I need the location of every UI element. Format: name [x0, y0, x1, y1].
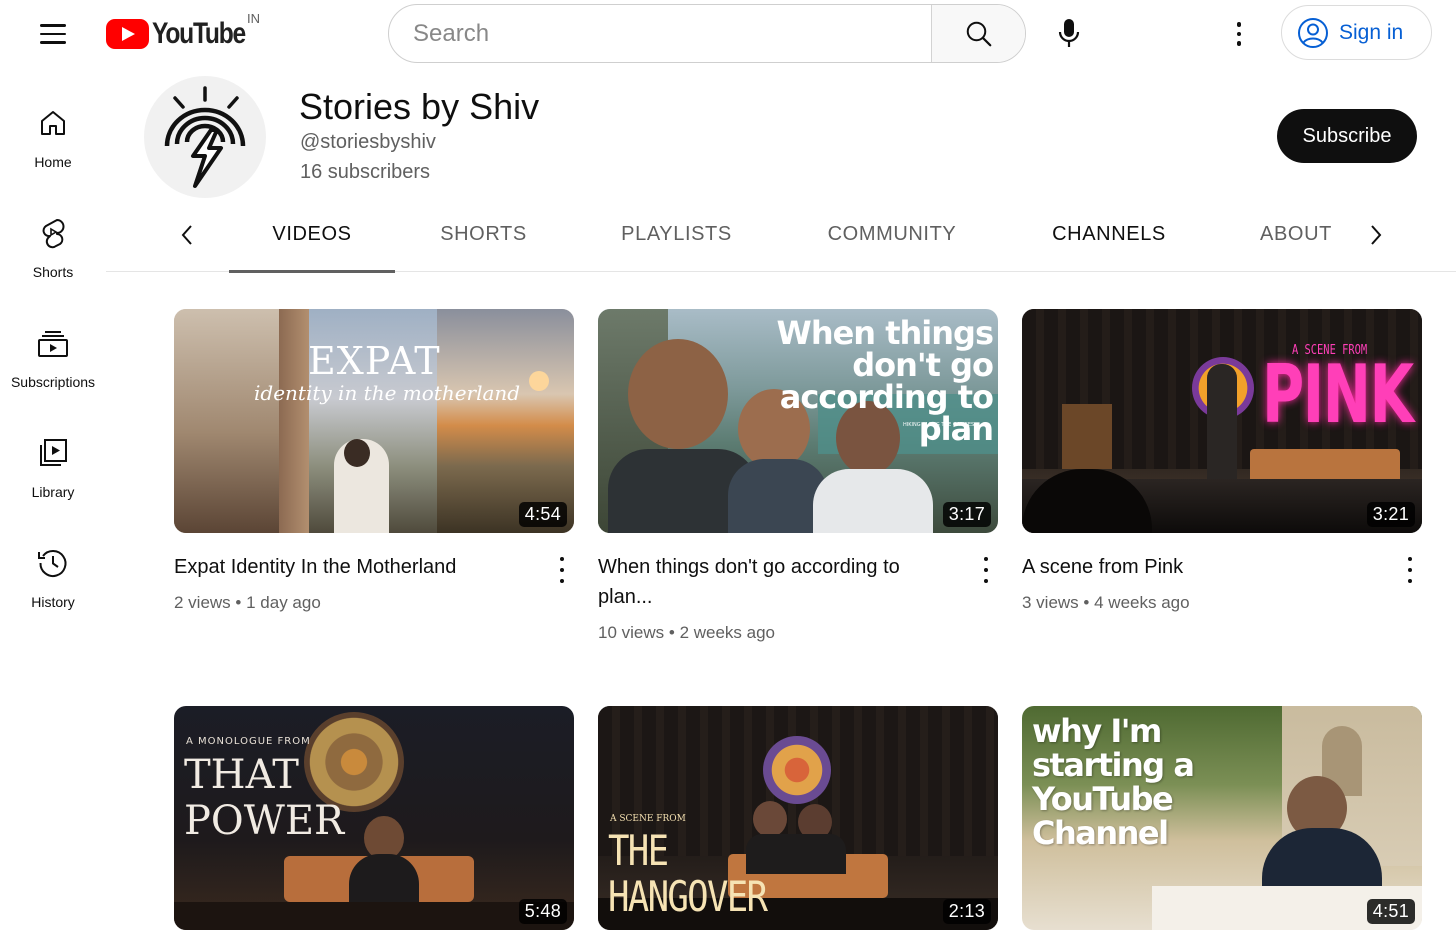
video-duration: 4:51	[1366, 899, 1415, 924]
thumbnail-title-text: THE HANGOVER	[608, 826, 768, 921]
view-count: 3 views	[1022, 593, 1079, 612]
sidebar-item-library[interactable]: Library	[0, 420, 106, 530]
channel-name: Stories by Shiv	[299, 86, 540, 127]
thumbnail-subtitle-text: HIKING ALONG THE GANGES	[903, 422, 975, 428]
home-icon	[36, 106, 70, 140]
search-box: Search	[388, 4, 1026, 63]
video-metadata: 2 views • 1 day ago	[174, 593, 321, 613]
thumbnail-title-text: THAT POWER	[184, 752, 345, 844]
tab-label: SHORTS	[440, 222, 527, 245]
channel-tabs: VIDEOS SHORTS PLAYLISTS COMMUNITY CHANNE…	[106, 196, 1456, 273]
thumbnail-subtitle-text: A MONOLOGUE FROM	[186, 736, 311, 747]
active-tab-indicator	[229, 270, 395, 273]
voice-search-button[interactable]	[1048, 10, 1090, 56]
video-duration: 3:21	[1366, 502, 1415, 527]
search-input[interactable]: Search	[389, 5, 931, 62]
region-code: IN	[247, 11, 260, 26]
lightning-sunrise-logo-icon	[164, 86, 246, 188]
meta-separator: •	[1083, 593, 1095, 612]
thumbnail-title-text: EXPAT	[308, 339, 441, 383]
tab-label: ABOUT	[1260, 222, 1332, 245]
view-count: 10 views	[598, 623, 665, 642]
thumbnail-subtitle-text: A SCENE FROM	[610, 814, 686, 824]
video-card[interactable]: When things don't go according to plan H…	[598, 309, 998, 642]
meta-separator: •	[235, 593, 247, 612]
sidebar: Home Shorts Subscriptions Library Histor…	[0, 90, 106, 640]
tab-label: PLAYLISTS	[621, 222, 732, 245]
thumbnail-title-text: PINK	[1262, 348, 1414, 441]
sidebar-item-label: Home	[34, 154, 72, 170]
meta-separator: •	[668, 623, 680, 642]
video-thumbnail[interactable]: A SCENE FROM PINK 3:21	[1022, 309, 1422, 533]
video-duration: 3:17	[942, 502, 991, 527]
history-icon	[36, 546, 70, 580]
sidebar-item-label: Subscriptions	[10, 374, 96, 390]
video-card[interactable]: why I'm starting a YouTube Channel 4:51	[1022, 706, 1422, 930]
subscribe-button[interactable]: Subscribe	[1277, 109, 1417, 163]
video-thumbnail[interactable]: A SCENE FROM THE HANGOVER 2:13	[598, 706, 998, 930]
sign-in-label: Sign in	[1339, 20, 1404, 44]
tab-label: VIDEOS	[272, 222, 352, 245]
tabs-scroll-right-icon[interactable]	[1361, 220, 1391, 250]
sidebar-item-label: Library	[31, 484, 75, 500]
sidebar-item-subscriptions[interactable]: Subscriptions	[0, 310, 106, 420]
sidebar-item-label: History	[31, 594, 75, 610]
upload-age: 4 weeks ago	[1094, 593, 1190, 612]
tab-about[interactable]: ABOUT	[1246, 196, 1346, 272]
sidebar-item-history[interactable]: History	[0, 530, 106, 640]
video-more-options-icon[interactable]	[1404, 557, 1416, 583]
channel-handle: @storiesbyshiv	[300, 131, 436, 153]
video-thumbnail[interactable]: When things don't go according to plan H…	[598, 309, 998, 533]
thumbnail-subtitle-text: identity in the motherland	[254, 381, 521, 405]
video-card[interactable]: EXPAT identity in the motherland 4:54 Ex…	[174, 309, 574, 612]
upload-age: 2 weeks ago	[679, 623, 776, 642]
top-bar: YouTube IN Search Sign in	[0, 0, 1456, 68]
video-card[interactable]: A MONOLOGUE FROM THAT POWER 5:48	[174, 706, 574, 930]
video-card[interactable]: A SCENE FROM THE HANGOVER 2:13	[598, 706, 998, 930]
video-title[interactable]: When things don't go according to plan..…	[598, 552, 948, 612]
tab-videos[interactable]: VIDEOS	[229, 196, 395, 273]
sidebar-item-home[interactable]: Home	[0, 90, 106, 200]
thumbnail-title-text: why I'm starting a YouTube Channel	[1032, 712, 1195, 852]
view-count: 2 views	[174, 593, 231, 612]
tab-shorts[interactable]: SHORTS	[421, 196, 546, 272]
sidebar-item-label: Shorts	[32, 264, 74, 280]
settings-more-icon[interactable]	[1224, 12, 1254, 56]
video-metadata: 10 views • 2 weeks ago	[598, 623, 775, 643]
video-thumbnail[interactable]: EXPAT identity in the motherland 4:54	[174, 309, 574, 533]
video-metadata: 3 views • 4 weeks ago	[1022, 593, 1190, 613]
tab-community[interactable]: COMMUNITY	[813, 196, 971, 272]
tabs-scroll-left-icon[interactable]	[172, 220, 202, 250]
video-more-options-icon[interactable]	[556, 557, 568, 583]
video-more-options-icon[interactable]	[980, 557, 992, 583]
library-icon	[36, 436, 70, 470]
upload-age: 1 day ago	[246, 593, 321, 612]
video-title[interactable]: A scene from Pink	[1022, 552, 1372, 582]
video-thumbnail[interactable]: A MONOLOGUE FROM THAT POWER 5:48	[174, 706, 574, 930]
search-button[interactable]	[931, 5, 1025, 62]
subscriber-count: 16 subscribers	[300, 161, 431, 183]
sidebar-item-shorts[interactable]: Shorts	[0, 200, 106, 310]
youtube-logo[interactable]: YouTube IN	[106, 11, 265, 51]
video-title[interactable]: Expat Identity In the Motherland	[174, 552, 524, 582]
video-duration: 4:54	[518, 502, 567, 527]
video-thumbnail[interactable]: why I'm starting a YouTube Channel 4:51	[1022, 706, 1422, 930]
video-card[interactable]: A SCENE FROM PINK 3:21 A scene from Pink…	[1022, 309, 1422, 612]
channel-avatar[interactable]	[144, 76, 266, 198]
tab-label: CHANNELS	[1052, 222, 1166, 245]
sign-in-button[interactable]: Sign in	[1281, 5, 1432, 60]
account-icon	[1298, 17, 1328, 48]
logo-text: YouTube	[152, 17, 246, 50]
tab-label: COMMUNITY	[827, 222, 957, 245]
microphone-icon	[1058, 19, 1080, 47]
tab-channels[interactable]: CHANNELS	[1036, 196, 1182, 272]
video-duration: 5:48	[518, 899, 567, 924]
hamburger-menu-icon[interactable]	[30, 14, 76, 54]
search-icon	[966, 21, 991, 46]
tab-playlists[interactable]: PLAYLISTS	[604, 196, 749, 272]
youtube-play-icon	[106, 19, 149, 49]
shorts-icon	[36, 216, 70, 250]
subscriptions-icon	[36, 326, 70, 360]
video-duration: 2:13	[942, 899, 991, 924]
